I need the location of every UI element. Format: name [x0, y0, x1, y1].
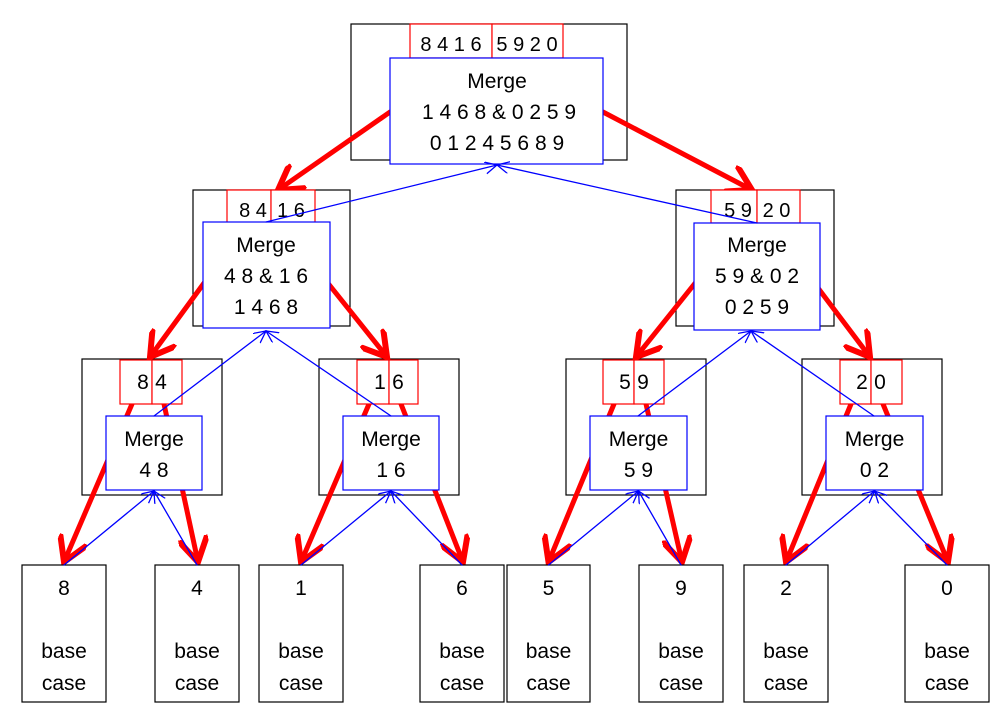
level3-left-value: 8 — [137, 371, 149, 394]
leaf-label-line1: base — [763, 640, 809, 663]
level3-merge-title: Merge — [361, 428, 421, 451]
merge-sort-diagram: 8 4 1 65 9 2 08 41 65 92 08 4 1 6 5 9 2 0 Merge… — [21, 23, 990, 703]
level2-left-values: 8 4 — [239, 200, 267, 222]
level3-right-value: 9 — [637, 371, 649, 394]
level3-merge-result: 4 8 — [139, 459, 168, 482]
top-left-values: 8 4 1 6 — [420, 34, 481, 56]
level2-merge-result: 1 4 6 8 — [234, 296, 298, 319]
leaf-value: 9 — [675, 577, 687, 600]
top-merge-inputs: 1 4 6 8 & 0 2 5 9 — [422, 101, 576, 124]
leaf-label-line2: case — [279, 672, 323, 695]
level2-merge-title: Merge — [727, 234, 787, 257]
top-merge-title: Merge — [467, 70, 527, 93]
level2-merge-inputs: 4 8 & 1 6 — [224, 265, 308, 288]
level3-merge-title: Merge — [609, 428, 669, 451]
leaf-label-line2: case — [925, 672, 969, 695]
top-merge-result: 0 1 2 4 5 6 8 9 — [430, 132, 564, 155]
level2-merge-result: 0 2 5 9 — [725, 296, 789, 319]
leaf-label-line1: base — [41, 640, 87, 663]
level3-merge-title: Merge — [124, 428, 184, 451]
level3-merge-result: 0 2 — [860, 459, 889, 482]
leaf-label-line2: case — [42, 672, 86, 695]
leaf-label-line1: base — [439, 640, 485, 663]
level3-left-value: 5 — [619, 371, 631, 394]
level3-right-value: 0 — [874, 371, 886, 394]
leaf-label-line1: base — [278, 640, 324, 663]
leaf-label-line1: base — [174, 640, 220, 663]
level3-right-value: 4 — [155, 371, 167, 394]
leaf-label-line2: case — [659, 672, 703, 695]
leaf-label-line1: base — [526, 640, 572, 663]
leaf-value: 2 — [780, 577, 792, 600]
leaf-label-line2: case — [440, 672, 484, 695]
level2-merge-inputs: 5 9 & 0 2 — [715, 265, 799, 288]
top-right-values: 5 9 2 0 — [496, 34, 557, 56]
leaf-value: 8 — [58, 577, 70, 600]
level3-left-value: 1 — [374, 371, 386, 394]
leaf-value: 4 — [191, 577, 203, 600]
level2-merge-title: Merge — [236, 234, 296, 257]
leaf-value: 5 — [543, 577, 555, 600]
split-arrow — [600, 109, 752, 190]
level3-left-value: 2 — [856, 371, 868, 394]
split-arrow — [278, 109, 393, 190]
level3-merge-title: Merge — [845, 428, 905, 451]
level3-merge-result: 5 9 — [624, 459, 653, 482]
split-arrow — [324, 279, 387, 357]
leaf-value: 0 — [941, 577, 953, 600]
leaf-label-line1: base — [924, 640, 970, 663]
leaf-label-line2: case — [526, 672, 570, 695]
level3-merge-result: 1 6 — [376, 459, 405, 482]
split-arrow — [636, 279, 699, 357]
level2-right-values: 2 0 — [763, 200, 791, 222]
leaf-value: 6 — [456, 577, 468, 600]
leaf-label-line2: case — [764, 672, 808, 695]
level3-right-value: 6 — [392, 371, 404, 394]
leaf-label-line2: case — [175, 672, 219, 695]
leaf-value: 1 — [295, 577, 307, 600]
leaf-label-line1: base — [658, 640, 704, 663]
split-arrow — [815, 285, 870, 357]
